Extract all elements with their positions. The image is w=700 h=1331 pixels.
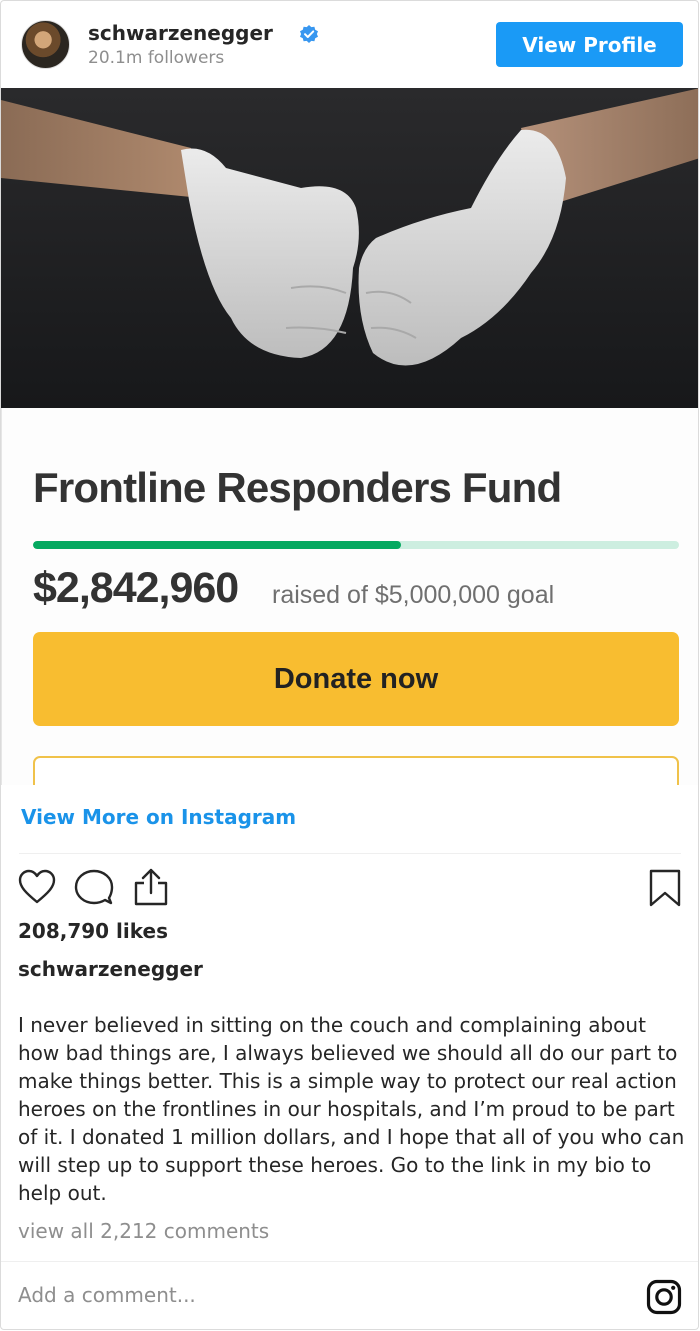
view-more-link[interactable]: View More on Instagram xyxy=(21,805,296,829)
like-count[interactable]: 208,790 likes xyxy=(18,919,168,943)
divider xyxy=(19,853,681,854)
share-icon[interactable] xyxy=(132,867,170,911)
instagram-logo-icon[interactable] xyxy=(646,1279,682,1319)
bookmark-icon[interactable] xyxy=(649,869,681,911)
heart-icon[interactable] xyxy=(18,869,56,909)
avatar[interactable] xyxy=(21,20,70,69)
post-header: schwarzenegger 20.1m followers View Prof… xyxy=(1,1,698,88)
view-all-comments-link[interactable]: view all 2,212 comments xyxy=(18,1219,269,1243)
fund-progress-bar xyxy=(33,541,679,549)
comment-input[interactable] xyxy=(18,1283,618,1307)
follower-count: 20.1m followers xyxy=(88,48,225,68)
share-fund-button xyxy=(33,756,679,785)
fund-title: Frontline Responders Fund xyxy=(33,464,562,511)
comment-icon[interactable] xyxy=(74,868,114,910)
divider xyxy=(1,1261,698,1262)
goal-text: raised of $5,000,000 goal xyxy=(272,581,555,609)
fund-progress-fill xyxy=(33,541,402,549)
amount-raised: $2,842,960 xyxy=(33,564,239,612)
post-media[interactable]: Frontline Responders Fund $2,842,960 rai… xyxy=(1,88,698,785)
fundraiser-card: Frontline Responders Fund $2,842,960 rai… xyxy=(1,408,698,785)
profile-username[interactable]: schwarzenegger xyxy=(88,21,273,45)
verified-badge-icon xyxy=(299,24,319,44)
instagram-embed: schwarzenegger 20.1m followers View Prof… xyxy=(0,0,699,1330)
caption-username[interactable]: schwarzenegger xyxy=(18,957,203,981)
donate-now-button: Donate now xyxy=(33,632,679,726)
fist-bump-photo xyxy=(1,88,698,408)
view-profile-button[interactable]: View Profile xyxy=(496,22,683,67)
caption-text: I never believed in sitting on the couch… xyxy=(18,1013,685,1205)
